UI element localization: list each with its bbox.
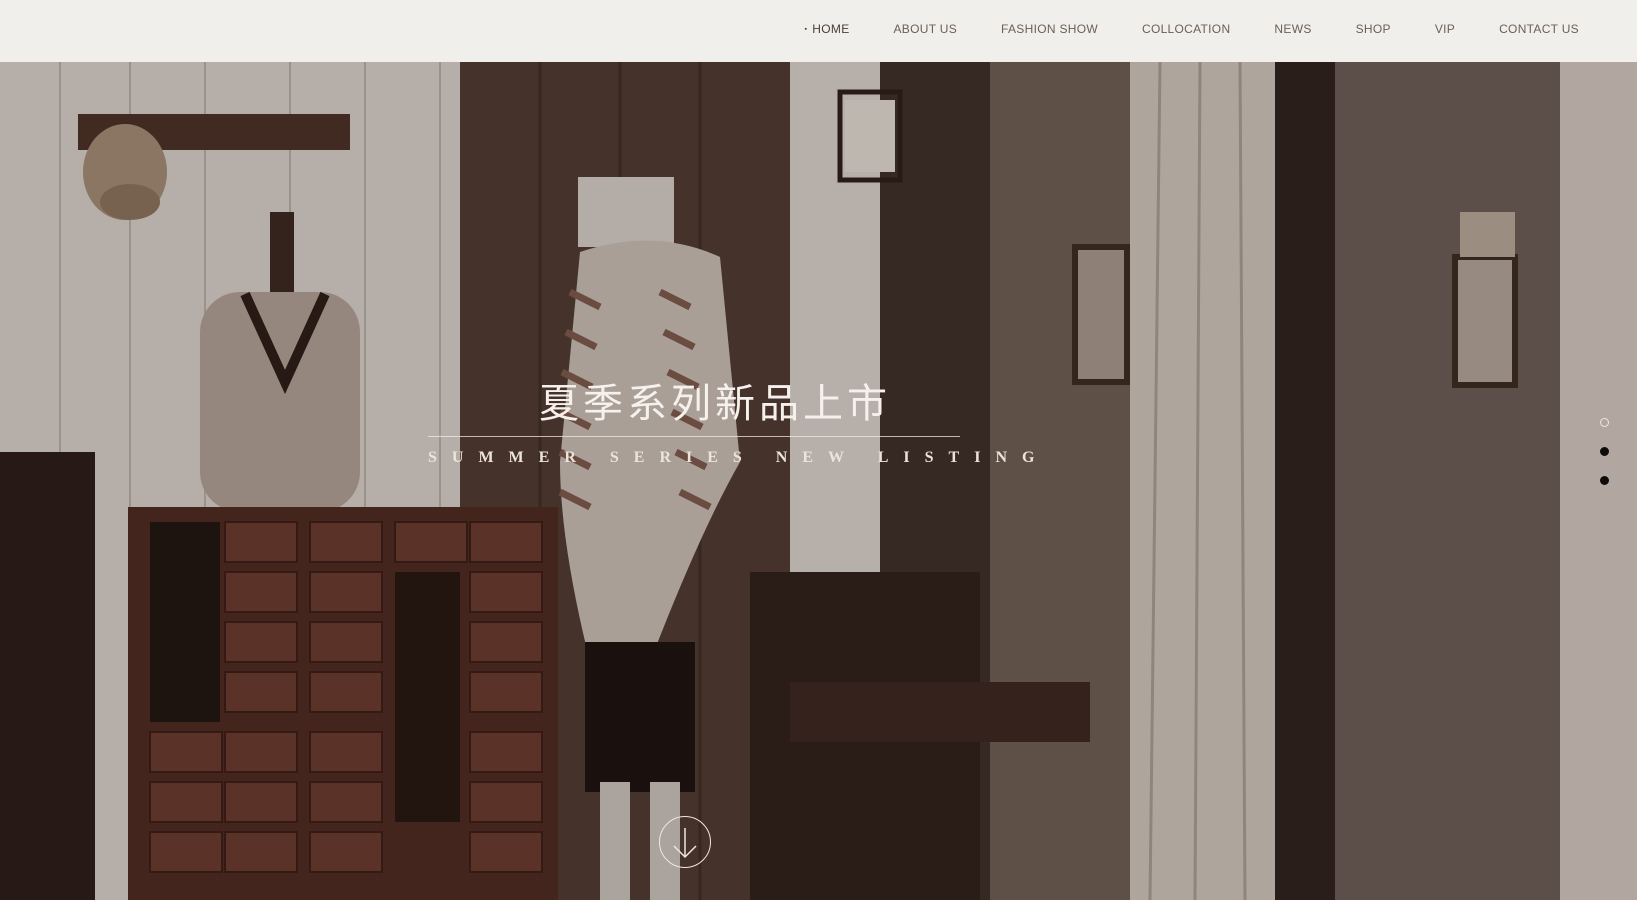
top-nav-bar: HOME ABOUT US FASHION SHOW COLLOCATION N…	[0, 0, 1637, 62]
nav-item-shop[interactable]: SHOP	[1356, 22, 1391, 36]
page: HOME ABOUT US FASHION SHOW COLLOCATION N…	[0, 0, 1637, 900]
main-nav: HOME ABOUT US FASHION SHOW COLLOCATION N…	[805, 0, 1580, 58]
hero-headline: 夏季系列新品上市 SUMMER SERIES NEW LISTING	[420, 380, 1050, 467]
hero-subtitle-english: SUMMER SERIES NEW LISTING	[428, 449, 1050, 466]
nav-item-about-us[interactable]: ABOUT US	[894, 22, 958, 36]
slide-dot-2[interactable]	[1600, 447, 1609, 456]
hero-title-chinese: 夏季系列新品上市	[539, 381, 891, 427]
nav-item-vip[interactable]: VIP	[1435, 22, 1455, 36]
hero-banner: 夏季系列新品上市 SUMMER SERIES NEW LISTING	[0, 62, 1637, 900]
hero-dark-overlay	[0, 62, 1637, 900]
slide-dot-3[interactable]	[1600, 476, 1609, 485]
nav-item-home[interactable]: HOME	[805, 22, 850, 36]
nav-item-contact-us[interactable]: CONTACT US	[1499, 22, 1579, 36]
nav-item-fashion-show[interactable]: FASHION SHOW	[1001, 22, 1098, 36]
slide-dot-1[interactable]	[1600, 418, 1609, 427]
scroll-down-button[interactable]	[659, 816, 711, 868]
slider-pagination	[1600, 418, 1609, 505]
nav-item-collocation[interactable]: COLLOCATION	[1142, 22, 1230, 36]
arrow-down-icon	[673, 828, 697, 859]
hero-title-divider	[428, 436, 960, 437]
nav-item-news[interactable]: NEWS	[1274, 22, 1311, 36]
